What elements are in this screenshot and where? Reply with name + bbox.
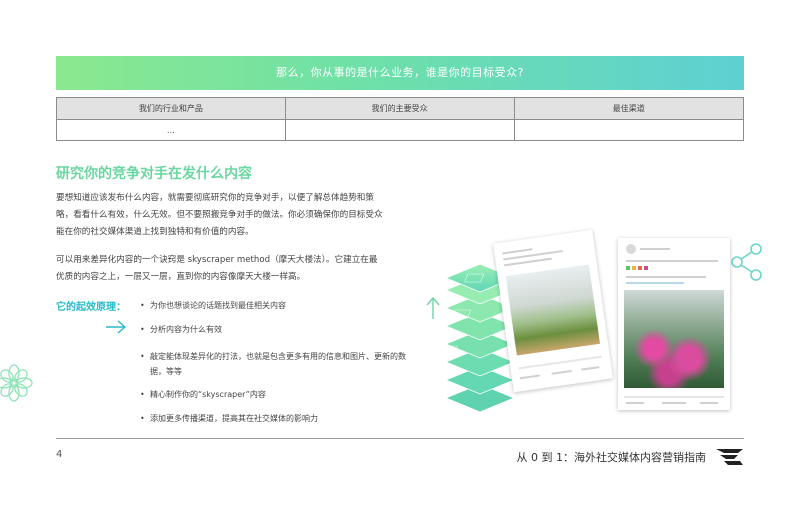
right-arrow-icon <box>106 320 127 334</box>
avatar <box>626 244 636 254</box>
planning-table: 我们的行业和产品 我们的主要受众 最佳渠道 … <box>56 97 745 141</box>
footer-divider <box>56 438 744 439</box>
list-item: 敲定能体现差异化的打法，也就是包含更多有用的信息和图片、更新的数据，等等 <box>140 349 410 379</box>
social-post-card <box>493 229 613 393</box>
emoji-icon <box>632 266 636 270</box>
table-cell[interactable] <box>284 119 515 141</box>
section-heading: 研究你的竞争对手在发什么内容 <box>56 166 252 182</box>
skyscraper-paragraph: 可以用来差异化内容的一个诀窍是 skyscraper method（摩天大楼法）… <box>56 255 378 282</box>
principle-label: 它的起效原理： <box>56 302 126 313</box>
up-arrow-icon <box>426 296 440 319</box>
question-banner: 那么，你从事的是什么业务，谁是你的目标受众? <box>56 56 744 90</box>
emoji-icon <box>644 266 648 270</box>
list-item: 添加更多传播渠道，提高其在社交媒体的影响力 <box>140 411 410 426</box>
list-item: 分析内容为什么有效 <box>140 322 410 337</box>
table-row: … <box>56 119 745 141</box>
table-cell[interactable]: … <box>56 119 286 141</box>
emoji-icon <box>626 266 630 270</box>
social-post-card <box>618 238 730 410</box>
page-number: 4 <box>56 449 63 460</box>
table-header-row: 我们的行业和产品 我们的主要受众 最佳渠道 <box>56 97 745 120</box>
table-header: 我们的主要受众 <box>284 97 515 120</box>
flower-icon <box>0 364 33 402</box>
list-item: 为你也想谈论的话题找到最佳相关内容 <box>140 298 410 313</box>
table-header: 我们的行业和产品 <box>56 97 286 120</box>
table-header: 最佳渠道 <box>513 97 745 120</box>
document-title: 从 0 到 1：海外社交媒体内容营销指南 <box>516 451 707 464</box>
list-item: 精心制作你的“skyscraper”内容 <box>140 387 410 402</box>
post-image <box>624 290 724 388</box>
emoji-icon <box>638 266 642 270</box>
table-cell[interactable] <box>513 119 745 141</box>
post-image <box>505 264 601 356</box>
intro-paragraph: 要想知道应该发布什么内容，就需要彻底研究你的竞争对手，以便了解总体趋势和策略，看… <box>56 193 383 237</box>
brand-logo-icon <box>716 449 743 465</box>
share-icon <box>731 243 762 281</box>
